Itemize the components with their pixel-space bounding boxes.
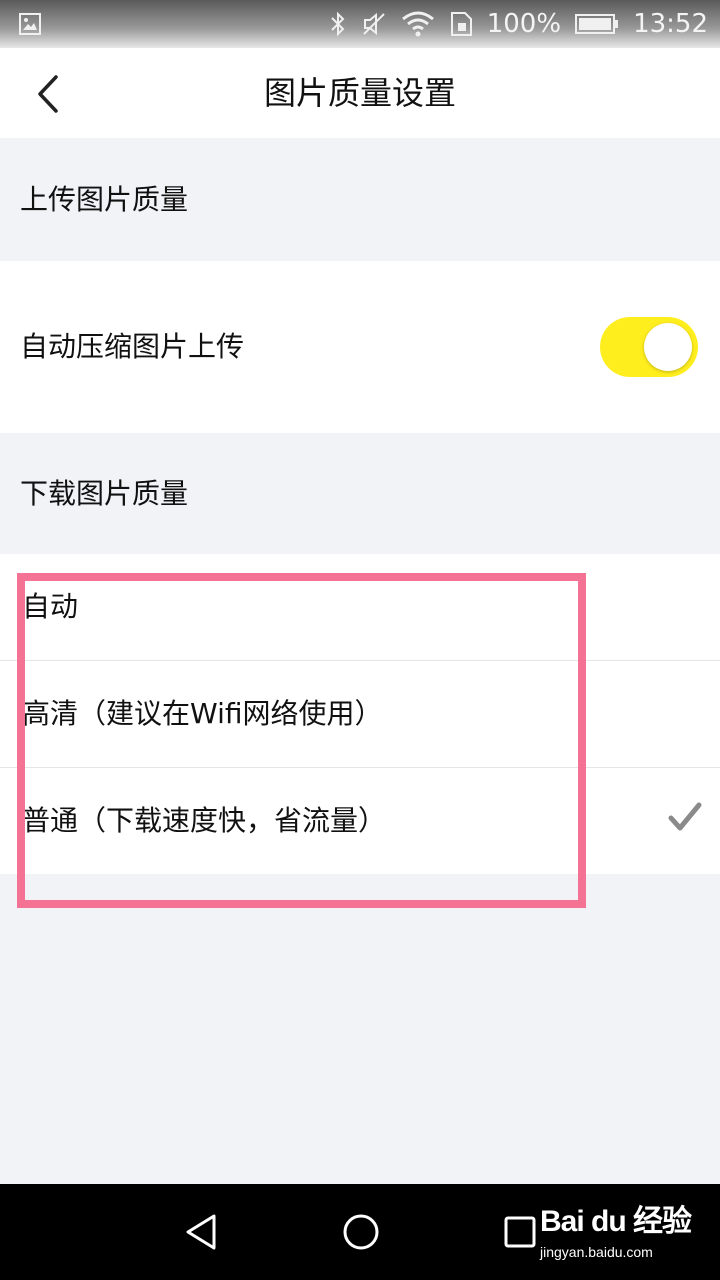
page-title: 图片质量设置 bbox=[263, 74, 456, 112]
image-notification-icon bbox=[19, 13, 41, 35]
upload-section-header: 上传图片质量 bbox=[0, 138, 720, 261]
option-label: 高清（建议在Wifi网络使用） bbox=[22, 697, 383, 730]
mute-icon bbox=[363, 12, 385, 36]
nav-home-icon[interactable] bbox=[341, 1212, 381, 1252]
status-bar: 100% 13:52 bbox=[0, 0, 720, 48]
sim-card-icon bbox=[450, 12, 472, 36]
battery-percent: 100% bbox=[486, 9, 562, 39]
chevron-left-icon bbox=[38, 75, 58, 113]
option-label: 自动 bbox=[22, 590, 79, 623]
watermark-logo: Bai du 经验 bbox=[540, 1205, 692, 1238]
download-option-hd[interactable]: 高清（建议在Wifi网络使用） bbox=[0, 661, 720, 767]
auto-compress-label: 自动压缩图片上传 bbox=[20, 330, 245, 363]
option-label: 普通（下载速度快，省流量） bbox=[22, 804, 387, 837]
watermark-url: jingyan.baidu.com bbox=[540, 1244, 653, 1260]
download-option-normal[interactable]: 普通（下载速度快，省流量） bbox=[0, 768, 720, 874]
nav-back-icon[interactable] bbox=[182, 1212, 222, 1252]
nav-recent-apps-icon[interactable] bbox=[500, 1212, 540, 1252]
download-option-auto[interactable]: 自动 bbox=[0, 554, 720, 660]
auto-compress-toggle[interactable] bbox=[600, 317, 698, 377]
wifi-icon bbox=[401, 11, 434, 37]
checkmark-icon bbox=[668, 802, 702, 831]
bluetooth-icon bbox=[331, 11, 345, 37]
toggle-knob bbox=[644, 323, 692, 371]
baidu-jingyan-watermark: Bai du 经验 jingyan.baidu.com bbox=[540, 1196, 710, 1268]
header-bar: 图片质量设置 bbox=[0, 48, 720, 138]
battery-icon bbox=[575, 14, 619, 34]
download-section-header: 下载图片质量 bbox=[0, 433, 720, 554]
back-button[interactable] bbox=[18, 68, 78, 120]
clock: 13:52 bbox=[633, 9, 708, 39]
